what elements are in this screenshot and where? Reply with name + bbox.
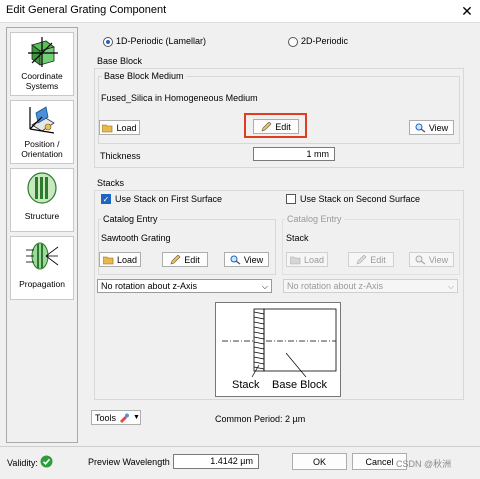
- base-view-label: View: [428, 122, 449, 133]
- footer-separator: [0, 446, 480, 447]
- nav-propagation[interactable]: Propagation: [10, 236, 74, 300]
- pencil-icon: [356, 254, 367, 264]
- folder-open-icon: [102, 124, 113, 132]
- edit-highlight-box: [244, 113, 307, 138]
- first-catalog-value: Sawtooth Grating: [101, 233, 171, 243]
- pencil-icon: [170, 254, 181, 264]
- ok-label: OK: [312, 456, 326, 467]
- preview-wavelength-label: Preview Wavelength: [88, 457, 170, 467]
- second-load-label: Load: [303, 254, 325, 265]
- propagation-icon: [26, 242, 59, 270]
- second-rotation-value: No rotation about z-Axis: [287, 281, 384, 291]
- second-surface-checkbox[interactable]: [286, 194, 296, 204]
- first-view-label: View: [243, 254, 264, 265]
- radio-1d-periodic[interactable]: [103, 37, 113, 47]
- base-view-button[interactable]: View: [409, 120, 454, 135]
- structure-icon: [27, 172, 57, 204]
- tools-label: Tools: [95, 412, 117, 423]
- thickness-input[interactable]: 1 mm: [253, 147, 335, 161]
- nav-position-orientation[interactable]: Position / Orientation: [10, 100, 74, 164]
- base-block-section-label: Base Block: [97, 56, 143, 66]
- common-period: Common Period: 2 µm: [215, 414, 306, 424]
- radio-2d-label: 2D-Periodic: [301, 36, 349, 46]
- coordinate-systems-icon: [28, 37, 58, 67]
- close-icon[interactable]: ✕: [458, 2, 476, 20]
- stacks-section-label: Stacks: [97, 178, 125, 188]
- nav-label-coordinate-systems: Coordinate Systems: [21, 71, 63, 91]
- second-surface-label: Use Stack on Second Surface: [300, 194, 421, 204]
- first-edit-label: Edit: [184, 254, 200, 265]
- tools-button[interactable]: Tools ▼: [91, 410, 141, 425]
- first-load-button[interactable]: Load: [99, 252, 141, 267]
- preview-wavelength-input[interactable]: 1.4142 µm: [173, 454, 259, 469]
- diagram-base-block-label: Base Block: [272, 379, 328, 391]
- left-nav-panel: Coordinate Systems Position / Orientatio…: [6, 27, 78, 443]
- chevron-down-icon: ⌵: [447, 282, 454, 291]
- diagram-stack-label: Stack: [232, 379, 260, 391]
- nav-coordinate-systems[interactable]: Coordinate Systems: [10, 32, 74, 96]
- first-load-label: Load: [116, 254, 138, 265]
- second-load-button[interactable]: Load: [286, 252, 328, 267]
- validity-label: Validity:: [7, 458, 38, 468]
- second-view-label: View: [428, 254, 449, 265]
- cancel-label: Cancel: [365, 456, 394, 467]
- first-rotation-value: No rotation about z-Axis: [101, 281, 198, 291]
- position-orientation-icon: [29, 106, 55, 134]
- stack-diagram: Stack Base Block: [215, 302, 341, 397]
- first-surface-checkbox[interactable]: ✓: [101, 194, 111, 204]
- nav-label-position-orientation: Position / Orientation: [21, 139, 63, 159]
- first-view-button[interactable]: View: [224, 252, 269, 267]
- magnifier-icon: [230, 255, 241, 265]
- nav-label-structure: Structure: [24, 211, 60, 221]
- dropdown-arrow-icon: ▼: [133, 414, 140, 421]
- folder-open-icon: [102, 256, 114, 264]
- second-edit-label: Edit: [370, 254, 386, 265]
- radio-1d-label: 1D-Periodic (Lamellar): [116, 36, 207, 46]
- base-load-button[interactable]: Load: [99, 120, 140, 135]
- nav-label-propagation: Propagation: [19, 279, 65, 289]
- medium-value: Fused_Silica in Homogeneous Medium: [101, 93, 258, 103]
- validity-check-icon: [40, 455, 53, 468]
- second-catalog-value: Stack: [286, 233, 309, 243]
- watermark-text: CSDN @秋洲: [396, 459, 452, 469]
- first-surface-label: Use Stack on First Surface: [115, 194, 223, 204]
- ok-button[interactable]: OK: [292, 453, 347, 470]
- second-edit-button[interactable]: Edit: [348, 252, 394, 267]
- second-rotation-select[interactable]: No rotation about z-Axis ⌵: [283, 279, 458, 293]
- first-rotation-select[interactable]: No rotation about z-Axis ⌵: [97, 279, 272, 293]
- magnifier-icon: [415, 123, 426, 133]
- first-edit-button[interactable]: Edit: [162, 252, 208, 267]
- thickness-label: Thickness: [100, 151, 141, 161]
- first-catalog-label: Catalog Entry: [101, 214, 160, 224]
- nav-structure[interactable]: Structure: [10, 168, 74, 232]
- tools-icon: [120, 413, 130, 423]
- magnifier-icon: [415, 255, 426, 265]
- chevron-down-icon: ⌵: [261, 282, 268, 291]
- radio-2d-periodic[interactable]: [288, 37, 298, 47]
- folder-open-icon: [289, 256, 301, 264]
- window-title: Edit General Grating Component: [6, 4, 167, 16]
- second-view-button[interactable]: View: [409, 252, 454, 267]
- base-block-medium-label: Base Block Medium: [102, 71, 186, 81]
- second-catalog-label: Catalog Entry: [285, 214, 344, 224]
- base-load-label: Load: [116, 122, 137, 133]
